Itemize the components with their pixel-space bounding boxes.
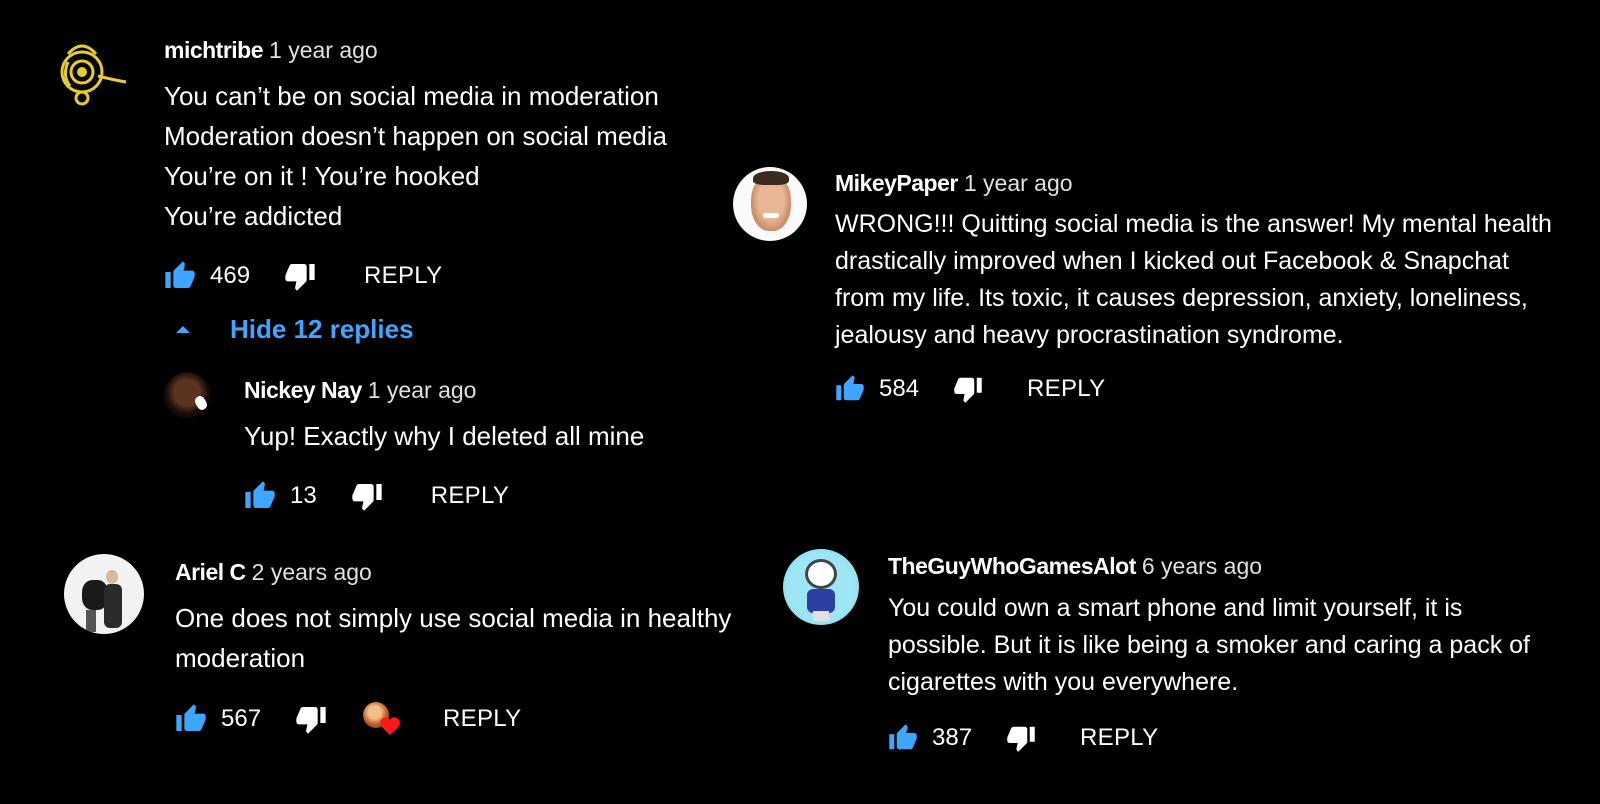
author-name[interactable]: michtribe — [164, 37, 264, 63]
comment-time[interactable]: 1 year ago — [368, 377, 477, 403]
comment-actions: 387 REPLY — [888, 722, 1158, 754]
comment-text: Yup! Exactly why I deleted all mine — [244, 416, 644, 456]
reply-button[interactable]: REPLY — [1080, 724, 1158, 752]
like-count: 567 — [221, 705, 262, 732]
comment-line: Moderation doesn’t happen on social medi… — [164, 121, 668, 151]
comment-time[interactable]: 1 year ago — [964, 170, 1073, 196]
comment-header: Ariel C2 years ago — [175, 558, 372, 586]
comment-line: WRONG!!! Quitting social media is the an… — [835, 210, 1552, 238]
comment-line: cigarettes with you everywhere. — [888, 668, 1239, 696]
creator-heart-icon — [363, 702, 403, 736]
comment-actions: 584 REPLY — [835, 373, 1105, 405]
comment-line: possible. But it is like being a smoker … — [888, 631, 1531, 659]
reply-button[interactable]: REPLY — [1027, 375, 1105, 403]
comment-line: One does not simply use social media in … — [175, 603, 732, 633]
reply-button[interactable]: REPLY — [364, 262, 442, 290]
reply-button[interactable]: REPLY — [443, 705, 521, 733]
comment-text: One does not simply use social media in … — [175, 598, 731, 678]
comment-text: You can’t be on social media in moderati… — [164, 76, 667, 236]
comment-line: jealousy and heavy procrastination syndr… — [835, 321, 1344, 349]
comment-line: You’re addicted — [164, 201, 343, 231]
author-name[interactable]: TheGuyWhoGamesAlot — [888, 553, 1136, 579]
thumbs-down-icon[interactable] — [351, 480, 383, 512]
comment-line: You can’t be on social media in moderati… — [164, 81, 659, 111]
comment-line: drastically improved when I kicked out F… — [835, 247, 1509, 275]
comment-header: Nickey Nay 1 year ago — [244, 376, 476, 404]
comment-header: michtribe 1 year ago — [164, 36, 378, 64]
thumbs-down-icon[interactable] — [1006, 723, 1036, 753]
comment-line: moderation — [175, 643, 306, 673]
comment-text: You could own a smart phone and limit yo… — [888, 590, 1530, 701]
comment-time[interactable]: 1 year ago — [269, 37, 378, 63]
author-name[interactable]: MikeyPaper — [835, 170, 958, 196]
thumbs-up-icon[interactable] — [244, 480, 276, 512]
avatar-michtribe[interactable] — [48, 36, 130, 112]
comment-text: WRONG!!! Quitting social media is the an… — [835, 206, 1552, 354]
author-name[interactable]: Ariel C — [175, 559, 246, 585]
thumbs-up-icon[interactable] — [888, 723, 918, 753]
thumbs-down-icon[interactable] — [284, 260, 316, 292]
like-count: 13 — [290, 482, 317, 509]
comment-header: TheGuyWhoGamesAlot 6 years ago — [888, 552, 1262, 580]
comment-header: MikeyPaper 1 year ago — [835, 169, 1073, 197]
hide-replies-label[interactable]: Hide 12 replies — [230, 314, 414, 345]
avatar-nickey-nay[interactable] — [164, 372, 210, 418]
thumbs-down-icon[interactable] — [295, 703, 327, 735]
comment-line: from my life. Its toxic, it causes depre… — [835, 284, 1528, 312]
comment-actions: 469 REPLY — [164, 260, 442, 292]
comment-time[interactable]: 2 years ago — [252, 559, 372, 585]
comment-line: You’re on it ! You’re hooked — [164, 161, 480, 191]
author-name[interactable]: Nickey Nay — [244, 377, 362, 403]
reply-button[interactable]: REPLY — [431, 482, 509, 510]
avatar-mikeypaper[interactable] — [733, 167, 807, 241]
like-count: 469 — [210, 262, 251, 289]
like-count: 584 — [879, 375, 920, 402]
avatar-theguywhogamesalot[interactable] — [783, 549, 859, 625]
comment-actions: 567 REPLY — [175, 702, 521, 736]
comment-time[interactable]: 6 years ago — [1142, 553, 1262, 579]
thumbs-down-icon[interactable] — [953, 374, 983, 404]
gold-emblem-icon — [60, 44, 127, 106]
comment-line: You could own a smart phone and limit yo… — [888, 594, 1463, 622]
hide-replies-toggle[interactable]: Hide 12 replies — [164, 314, 414, 345]
comment-actions: 13 REPLY — [244, 480, 509, 512]
thumbs-up-icon[interactable] — [835, 374, 865, 404]
chevron-up-icon — [176, 326, 190, 333]
thumbs-up-icon[interactable] — [175, 703, 207, 735]
avatar-ariel-c[interactable] — [64, 554, 144, 634]
comment-line: Yup! Exactly why I deleted all mine — [244, 421, 645, 451]
like-count: 387 — [932, 724, 973, 751]
thumbs-up-icon[interactable] — [164, 260, 196, 292]
